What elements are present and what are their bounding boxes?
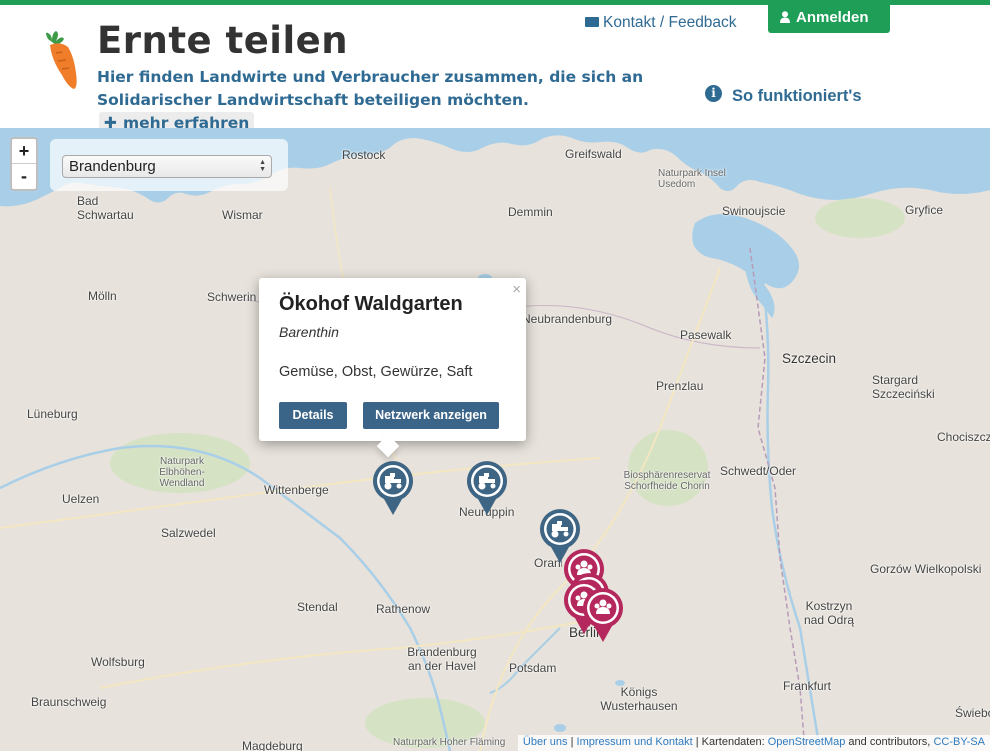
place-label: Neubrandenburg <box>522 312 613 326</box>
select-arrows-icon: ▲ ▼ <box>259 159 266 173</box>
login-label: Anmelden <box>796 9 869 26</box>
place-label: Brandenburg an der Havel <box>407 645 477 673</box>
place-label: Bad Schwartau <box>77 194 134 222</box>
place-label: Naturpark Insel Usedom <box>658 168 726 190</box>
place-label: Demmin <box>508 205 553 219</box>
place-label: Naturpark Hoher Fläming <box>393 737 506 748</box>
popup-close-button[interactable]: × <box>512 281 521 298</box>
place-label: Pasewalk <box>680 328 732 342</box>
contact-link[interactable]: Kontakt / Feedback <box>585 14 737 32</box>
place-label: Rathenow <box>376 602 431 616</box>
place-label: Schwerin <box>207 290 257 304</box>
place-label: Stargard Szczeciński <box>872 373 935 401</box>
farm-popup: × Ökohof Waldgarten Barenthin Gemüse, Ob… <box>259 278 526 458</box>
site-subtitle: Hier finden Landwirte und Verbraucher zu… <box>97 66 677 135</box>
show-network-button[interactable]: Netzwerk anzeigen <box>363 402 499 429</box>
attribution-separator: | <box>567 736 577 748</box>
place-label: Gryfice <box>905 203 944 217</box>
details-button[interactable]: Details <box>279 402 347 429</box>
site-header: Ernte teilen Hier finden Landwirte und V… <box>0 5 990 135</box>
imprint-link[interactable]: Impressum und Kontakt <box>577 736 693 748</box>
place-label: Szczecin <box>782 351 837 366</box>
region-select-value: Brandenburg <box>69 158 156 175</box>
attribution-contributors: and contributors, <box>845 736 934 748</box>
place-label: Kostrzyn nad Odrą <box>803 599 855 627</box>
osm-link[interactable]: OpenStreetMap <box>768 736 846 748</box>
place-label: Braunschweig <box>31 695 107 709</box>
user-icon <box>780 11 790 23</box>
place-label: Mölln <box>88 289 117 303</box>
place-label: Magdeburg <box>242 739 303 751</box>
popup-title: Ökohof Waldgarten <box>279 293 463 315</box>
login-button[interactable]: Anmelden <box>768 5 890 33</box>
place-label: Wismar <box>222 208 263 222</box>
popup-products: Gemüse, Obst, Gewürze, Saft <box>279 364 473 380</box>
place-label: Naturpark Elbhöhen-Wendland <box>159 456 205 489</box>
info-circle-icon: i <box>705 85 722 102</box>
envelope-icon <box>585 17 599 27</box>
place-label: Swinoujscie <box>722 204 786 218</box>
farm-marker[interactable] <box>370 459 416 517</box>
place-label: Chociszczno <box>937 430 990 444</box>
carrot-icon[interactable] <box>38 29 84 91</box>
place-label: Potsdam <box>509 661 557 675</box>
region-select[interactable]: Brandenburg ▲ ▼ <box>62 155 272 178</box>
farm-marker[interactable] <box>537 507 583 565</box>
place-label: Königs Wusterhausen <box>600 685 678 713</box>
attribution-text: | Kartendaten: <box>692 736 768 748</box>
zoom-control: + - <box>10 137 38 191</box>
place-label: Rostock <box>342 148 386 162</box>
place-label: Biosphärenreservat Schorfheide Chorin <box>623 470 711 492</box>
place-label: Prenzlau <box>656 379 704 393</box>
contact-label: Kontakt / Feedback <box>603 14 737 31</box>
zoom-out-button[interactable]: - <box>12 164 36 189</box>
place-label: Świebo <box>955 706 990 720</box>
place-label: Wolfsburg <box>91 655 145 669</box>
subtitle-text: Hier finden Landwirte und Verbraucher zu… <box>97 68 644 109</box>
farm-marker[interactable] <box>464 459 510 517</box>
map-attribution: Über uns | Impressum und Kontakt | Karte… <box>517 735 990 751</box>
about-link[interactable]: Über uns <box>523 736 568 748</box>
popup-location: Barenthin <box>279 324 339 340</box>
consumer-marker[interactable] <box>580 586 626 644</box>
place-label: Salzwedel <box>161 526 216 540</box>
license-link[interactable]: CC-BY-SA <box>933 736 985 748</box>
how-it-works-label: So funktioniert's <box>732 87 862 105</box>
place-label: Wittenberge <box>264 483 329 497</box>
zoom-in-button[interactable]: + <box>12 139 36 164</box>
how-it-works-link[interactable]: i So funktioniert's <box>705 85 862 106</box>
place-label: Frankfurt <box>783 679 832 693</box>
site-title: Ernte teilen <box>97 19 349 62</box>
place-label: Uelzen <box>62 492 100 506</box>
place-label: Greifswald <box>565 147 622 161</box>
place-label: Stendal <box>297 600 338 614</box>
place-label: Schwedt/Oder <box>720 464 797 478</box>
place-label: Lüneburg <box>27 407 78 421</box>
place-label: Gorzów Wielkopolski <box>870 562 982 576</box>
